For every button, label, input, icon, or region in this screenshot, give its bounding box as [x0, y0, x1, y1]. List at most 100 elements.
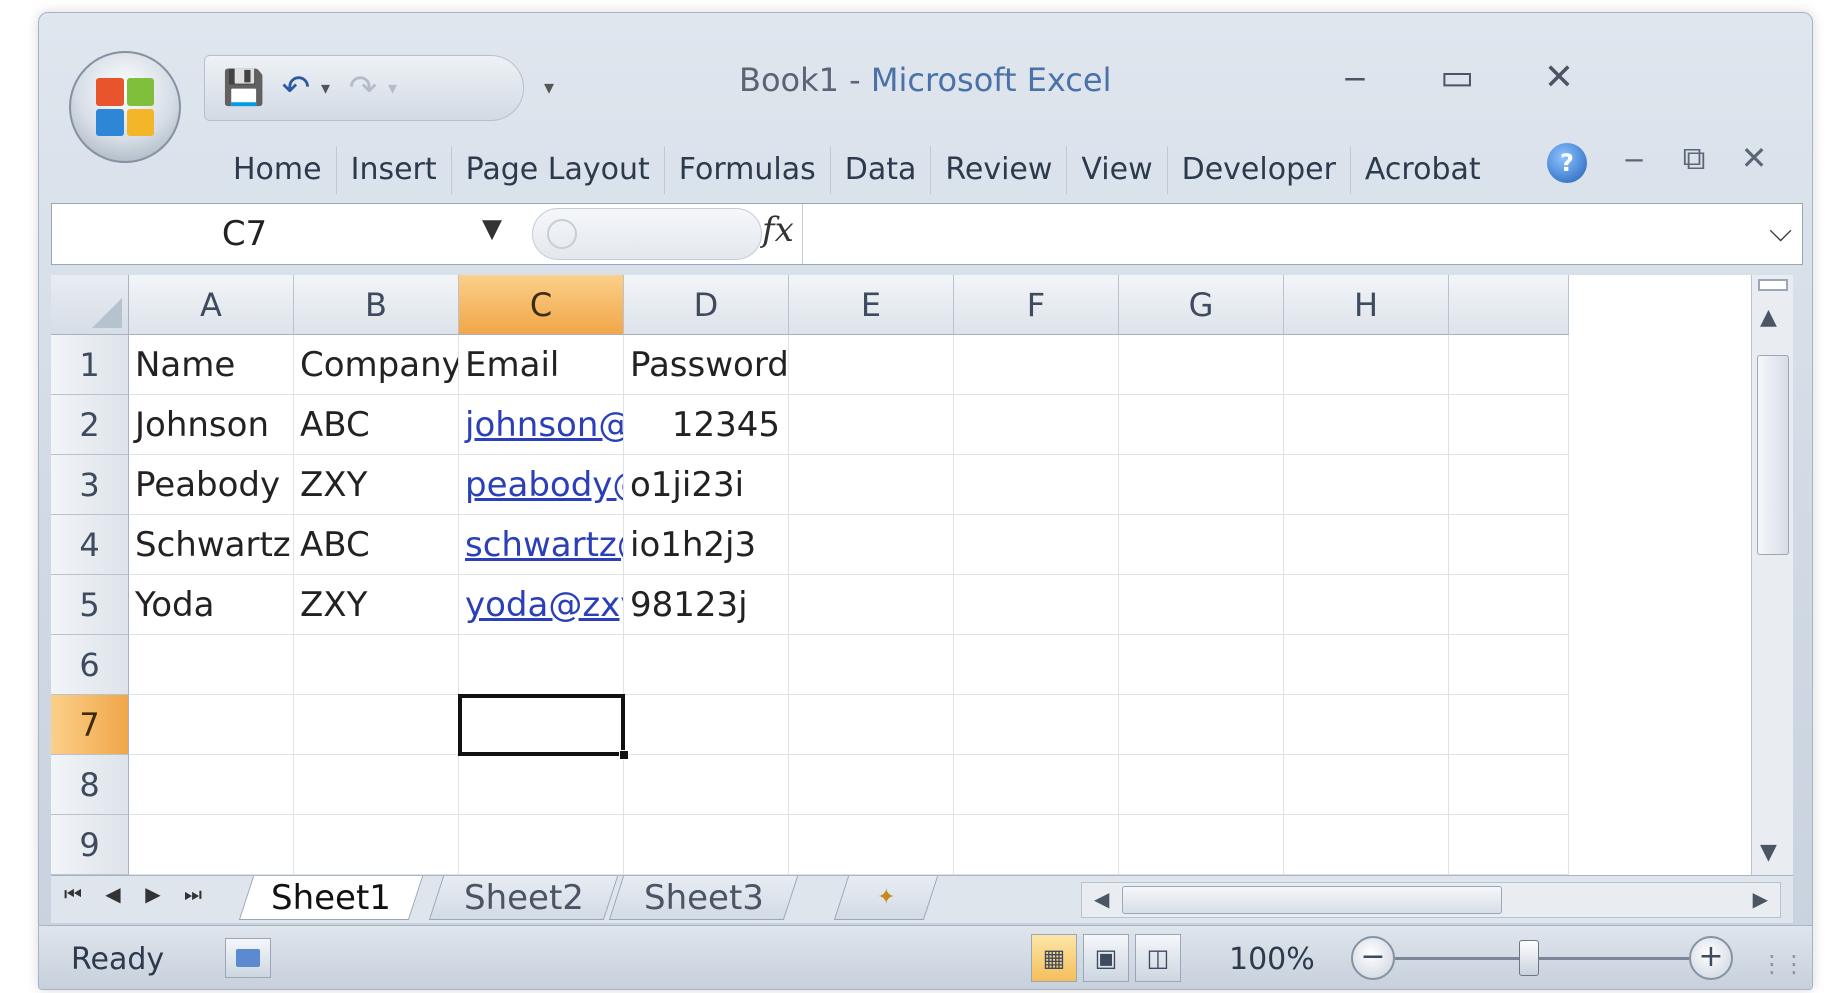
tab-insert[interactable]: Insert: [337, 146, 452, 194]
column-header-h[interactable]: H: [1284, 275, 1449, 335]
tab-page-layout[interactable]: Page Layout: [452, 146, 665, 194]
name-box[interactable]: C7: [52, 204, 477, 264]
resize-grip-icon[interactable]: ⋮⋮: [1760, 950, 1806, 978]
tab-developer[interactable]: Developer: [1168, 146, 1351, 194]
cell-d3[interactable]: o1ji23i: [624, 455, 789, 515]
insert-worksheet-button[interactable]: ✦: [833, 876, 939, 920]
cell-extra5[interactable]: [1449, 575, 1569, 635]
cell-f7[interactable]: [954, 695, 1119, 755]
zoom-level[interactable]: 100%: [1229, 942, 1315, 977]
cell-h1[interactable]: [1284, 335, 1449, 395]
cell-b9[interactable]: [294, 815, 459, 875]
tab-formulas[interactable]: Formulas: [665, 146, 831, 194]
cell-d1[interactable]: Password: [624, 335, 789, 395]
cell-e9[interactable]: [789, 815, 954, 875]
sheet-tab-sheet1[interactable]: Sheet1: [238, 876, 424, 920]
redo-icon[interactable]: ↷: [344, 65, 382, 111]
cell-g1[interactable]: [1119, 335, 1284, 395]
tab-data[interactable]: Data: [831, 146, 932, 194]
cell-d9[interactable]: [624, 815, 789, 875]
cell-extra8[interactable]: [1449, 755, 1569, 815]
tab-view[interactable]: View: [1067, 146, 1168, 194]
row-header-4[interactable]: 4: [51, 515, 129, 575]
cell-g8[interactable]: [1119, 755, 1284, 815]
cell-extra2[interactable]: [1449, 395, 1569, 455]
split-box[interactable]: [1758, 279, 1788, 291]
cell-b2[interactable]: ABC: [294, 395, 459, 455]
last-sheet-icon[interactable]: ⏭: [177, 882, 209, 906]
row-header-3[interactable]: 3: [51, 455, 129, 515]
row-header-1[interactable]: 1: [51, 335, 129, 395]
scroll-left-icon[interactable]: ◀: [1094, 887, 1109, 911]
redo-dropdown-icon[interactable]: ▾: [388, 78, 397, 99]
insert-function-button[interactable]: fx: [762, 210, 794, 250]
row-header-8[interactable]: 8: [51, 755, 129, 815]
column-header-b[interactable]: B: [294, 275, 459, 335]
cell-h2[interactable]: [1284, 395, 1449, 455]
column-header-partial[interactable]: [1449, 275, 1569, 335]
cell-b1[interactable]: Company: [294, 335, 459, 395]
tab-home[interactable]: Home: [219, 146, 337, 194]
cell-g3[interactable]: [1119, 455, 1284, 515]
cell-e5[interactable]: [789, 575, 954, 635]
previous-sheet-icon[interactable]: ◀: [97, 882, 129, 906]
cell-a2[interactable]: Johnson: [129, 395, 294, 455]
normal-view-icon[interactable]: ▦: [1031, 934, 1077, 982]
page-break-preview-icon[interactable]: ◫: [1135, 934, 1181, 982]
cell-e3[interactable]: [789, 455, 954, 515]
minimize-workbook-icon[interactable]: ‒: [1609, 139, 1659, 177]
cell-f9[interactable]: [954, 815, 1119, 875]
cell-b5[interactable]: ZXY: [294, 575, 459, 635]
sheet-tab-sheet2[interactable]: Sheet2: [428, 876, 619, 920]
office-button[interactable]: [69, 51, 181, 163]
cell-b4[interactable]: ABC: [294, 515, 459, 575]
tab-acrobat[interactable]: Acrobat: [1351, 146, 1495, 194]
scroll-down-icon[interactable]: ▼: [1760, 840, 1777, 865]
cell-b6[interactable]: [294, 635, 459, 695]
expand-formula-bar-icon[interactable]: ⌵: [1769, 214, 1792, 249]
zoom-out-button[interactable]: −: [1351, 936, 1395, 980]
cell-h8[interactable]: [1284, 755, 1449, 815]
zoom-slider-thumb[interactable]: [1519, 940, 1539, 976]
save-icon[interactable]: 💾: [223, 65, 265, 111]
cell-d4[interactable]: io1h2j3: [624, 515, 789, 575]
cell-g4[interactable]: [1119, 515, 1284, 575]
name-box-dropdown-icon[interactable]: ▼: [482, 214, 502, 244]
cell-h7[interactable]: [1284, 695, 1449, 755]
cell-g7[interactable]: [1119, 695, 1284, 755]
maximize-window-icon[interactable]: ▭: [1427, 57, 1487, 98]
cell-h6[interactable]: [1284, 635, 1449, 695]
row-header-7[interactable]: 7: [51, 695, 129, 755]
zoom-in-button[interactable]: +: [1689, 936, 1733, 980]
cell-h9[interactable]: [1284, 815, 1449, 875]
cell-extra4[interactable]: [1449, 515, 1569, 575]
record-macro-icon[interactable]: [225, 938, 271, 978]
undo-dropdown-icon[interactable]: ▾: [321, 78, 330, 99]
close-window-icon[interactable]: ✕: [1529, 57, 1589, 98]
cell-d2[interactable]: 12345: [624, 395, 789, 455]
cell-a4[interactable]: Schwartz: [129, 515, 294, 575]
row-header-5[interactable]: 5: [51, 575, 129, 635]
column-header-a[interactable]: A: [129, 275, 294, 335]
vertical-scroll-thumb[interactable]: [1757, 355, 1789, 555]
vertical-scrollbar[interactable]: ▲ ▼: [1751, 275, 1793, 875]
cell-h4[interactable]: [1284, 515, 1449, 575]
first-sheet-icon[interactable]: ⏮: [57, 882, 89, 906]
column-header-d[interactable]: D: [624, 275, 789, 335]
cell-c2[interactable]: johnson@: [459, 395, 624, 455]
row-header-9[interactable]: 9: [51, 815, 129, 875]
next-sheet-icon[interactable]: ▶: [137, 882, 169, 906]
undo-icon[interactable]: ↶: [277, 65, 315, 111]
row-header-6[interactable]: 6: [51, 635, 129, 695]
column-header-f[interactable]: F: [954, 275, 1119, 335]
cell-f3[interactable]: [954, 455, 1119, 515]
close-workbook-icon[interactable]: ✕: [1729, 139, 1779, 177]
cell-c1[interactable]: Email: [459, 335, 624, 395]
cell-c3[interactable]: peabody@: [459, 455, 624, 515]
minimize-window-icon[interactable]: ‒: [1325, 57, 1385, 98]
cell-b3[interactable]: ZXY: [294, 455, 459, 515]
cell-d8[interactable]: [624, 755, 789, 815]
cell-e6[interactable]: [789, 635, 954, 695]
cell-e4[interactable]: [789, 515, 954, 575]
cell-f2[interactable]: [954, 395, 1119, 455]
